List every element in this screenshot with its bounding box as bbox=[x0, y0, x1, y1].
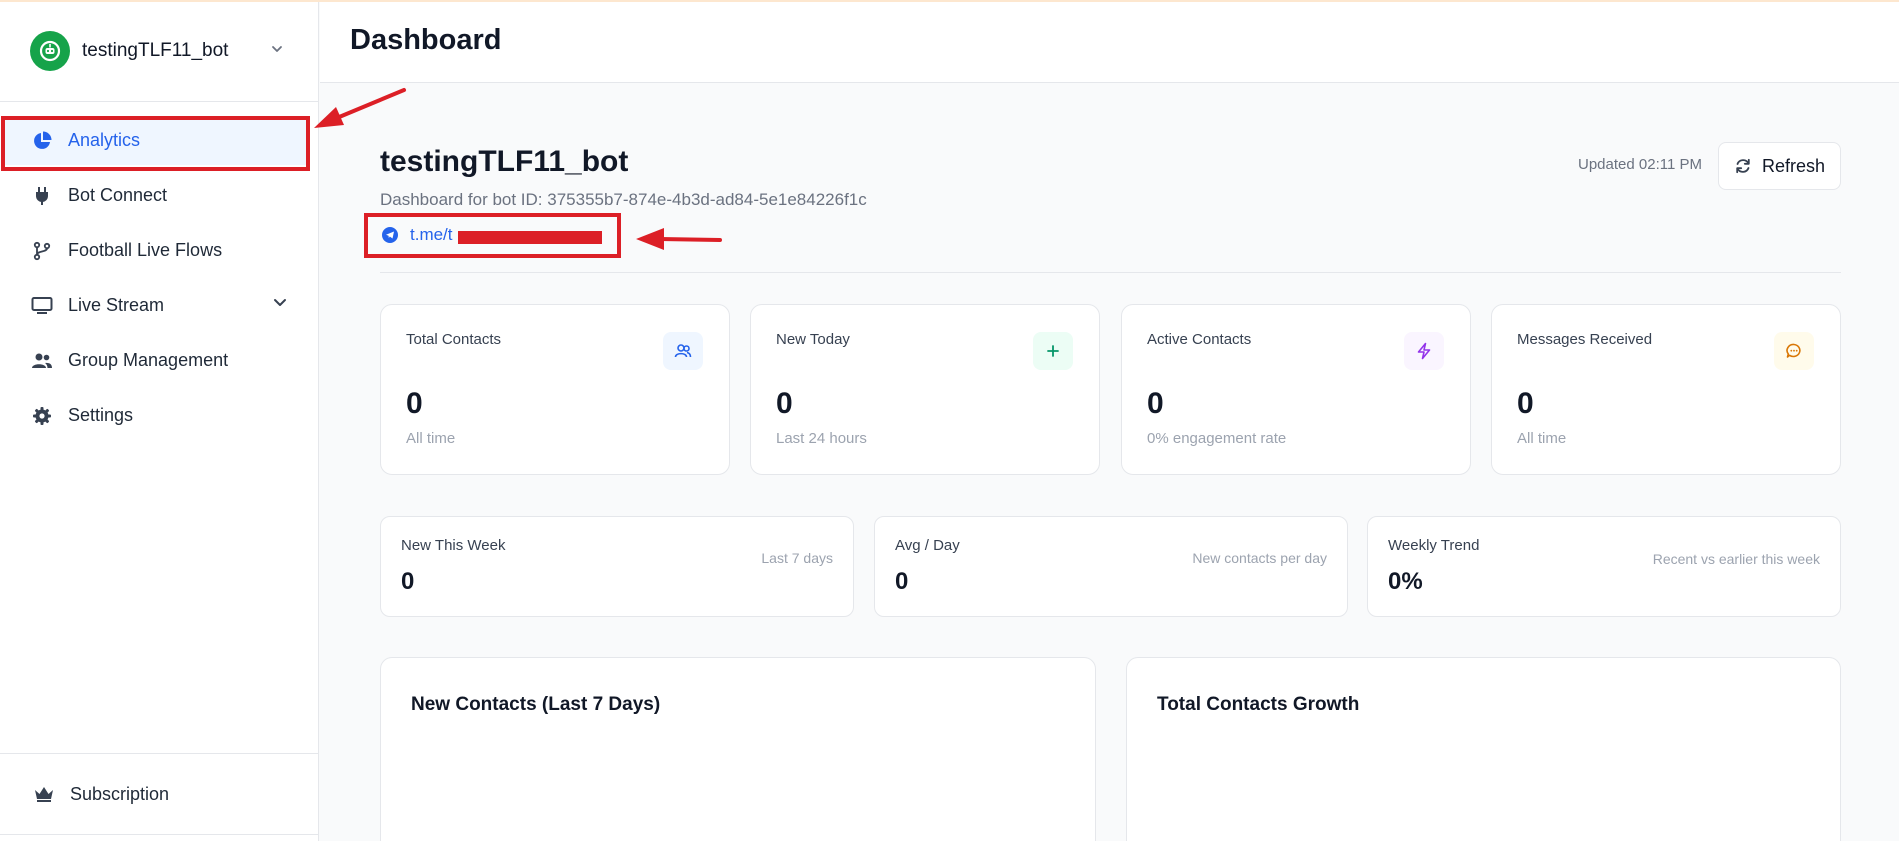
sidebar-item-subscription[interactable]: Subscription bbox=[0, 770, 318, 818]
chevron-down-icon[interactable] bbox=[272, 294, 288, 310]
mini-stat-value: 0 bbox=[895, 568, 909, 595]
refresh-label: Refresh bbox=[1761, 155, 1826, 176]
git-branch-icon bbox=[30, 239, 54, 263]
refresh-button[interactable]: Refresh bbox=[1718, 142, 1841, 190]
users-icon bbox=[663, 332, 703, 370]
stat-label: Total Contacts bbox=[406, 331, 502, 348]
message-icon bbox=[1774, 332, 1814, 370]
divider bbox=[0, 753, 318, 754]
mini-stat-note: Recent vs earlier this week bbox=[1652, 551, 1820, 567]
plug-icon bbox=[30, 184, 54, 208]
mini-stat-weekly-trend: Weekly Trend 0% Recent vs earlier this w… bbox=[1367, 516, 1841, 617]
sidebar-item-label: Bot Connect bbox=[68, 185, 168, 205]
stat-subtext: All time bbox=[1517, 430, 1567, 447]
sidebar-item-live-stream[interactable]: Live Stream bbox=[0, 281, 318, 330]
bot-name: testingTLF11_bot bbox=[82, 39, 229, 61]
bot-title: testingTLF11_bot bbox=[380, 145, 629, 178]
stat-card-active-contacts: Active Contacts 0 0% engagement rate bbox=[1121, 304, 1471, 475]
bot-id-text: Dashboard for bot ID: 375355b7-874e-4b3d… bbox=[380, 190, 867, 209]
mini-stat-label: Avg / Day bbox=[895, 537, 960, 554]
stat-value: 0 bbox=[1147, 387, 1164, 420]
stat-subtext: All time bbox=[406, 430, 456, 447]
mini-stat-note: New contacts per day bbox=[1192, 550, 1327, 566]
page-title: Dashboard bbox=[350, 24, 502, 56]
sidebar-item-group-management[interactable]: Group Management bbox=[0, 336, 318, 385]
monitor-icon bbox=[30, 294, 54, 318]
sidebar-item-bot-connect[interactable]: Bot Connect bbox=[0, 171, 318, 220]
top-header: Dashboard bbox=[320, 0, 1899, 83]
panel-title: Total Contacts Growth bbox=[1157, 694, 1360, 715]
subscription-label: Subscription bbox=[70, 783, 170, 804]
sidebar-item-label: Settings bbox=[68, 405, 134, 425]
stat-subtext: Last 24 hours bbox=[776, 430, 867, 447]
annotation-box-link bbox=[364, 213, 621, 258]
mini-stat-value: 0 bbox=[401, 568, 415, 595]
stat-card-new-today: New Today 0 Last 24 hours bbox=[750, 304, 1100, 475]
stat-value: 0 bbox=[406, 387, 423, 420]
top-accent-line bbox=[0, 0, 1899, 2]
gear-icon bbox=[30, 404, 54, 428]
mini-stat-label: New This Week bbox=[401, 537, 506, 554]
sidebar-item-football-live-flows[interactable]: Football Live Flows bbox=[0, 226, 318, 275]
plus-icon bbox=[1033, 332, 1073, 370]
mini-stat-avg-per-day: Avg / Day 0 New contacts per day bbox=[874, 516, 1348, 617]
updated-timestamp: Updated 02:11 PM bbox=[1578, 156, 1702, 173]
chevron-down-icon[interactable] bbox=[270, 42, 284, 56]
mini-stat-value: 0% bbox=[1388, 568, 1423, 595]
panel-title: New Contacts (Last 7 Days) bbox=[411, 694, 661, 715]
mini-stat-note: Last 7 days bbox=[761, 550, 833, 566]
panel-total-contacts-growth: Total Contacts Growth bbox=[1126, 657, 1841, 841]
stat-label: New Today bbox=[776, 331, 850, 348]
sidebar-item-label: Live Stream bbox=[68, 295, 165, 315]
crown-icon bbox=[32, 782, 56, 806]
stat-value: 0 bbox=[776, 387, 793, 420]
stat-value: 0 bbox=[1517, 387, 1534, 420]
sidebar-item-settings[interactable]: Settings bbox=[0, 391, 318, 440]
refresh-icon bbox=[1734, 157, 1752, 175]
bot-face-icon bbox=[39, 40, 61, 61]
stat-label: Messages Received bbox=[1517, 331, 1653, 348]
divider bbox=[380, 272, 1841, 273]
stat-label: Active Contacts bbox=[1147, 331, 1252, 348]
panel-new-contacts-chart: New Contacts (Last 7 Days) bbox=[380, 657, 1096, 841]
bolt-icon bbox=[1404, 332, 1444, 370]
mini-stat-new-this-week: New This Week 0 Last 7 days bbox=[380, 516, 854, 617]
sidebar-item-label: Football Live Flows bbox=[68, 240, 223, 260]
users-icon bbox=[30, 349, 54, 373]
bot-switcher[interactable]: testingTLF11_bot bbox=[0, 0, 318, 102]
stat-card-messages-received: Messages Received 0 All time bbox=[1491, 304, 1841, 475]
mini-stat-label: Weekly Trend bbox=[1388, 537, 1480, 554]
annotation-arrow-analytics bbox=[314, 88, 406, 128]
bot-avatar bbox=[30, 30, 70, 71]
annotation-arrow-link bbox=[636, 228, 722, 250]
divider bbox=[0, 834, 318, 835]
sidebar-item-label: Group Management bbox=[68, 350, 229, 370]
annotation-box-analytics bbox=[1, 116, 310, 171]
stat-subtext: 0% engagement rate bbox=[1147, 430, 1287, 447]
stat-card-total-contacts: Total Contacts 0 All time bbox=[380, 304, 730, 475]
